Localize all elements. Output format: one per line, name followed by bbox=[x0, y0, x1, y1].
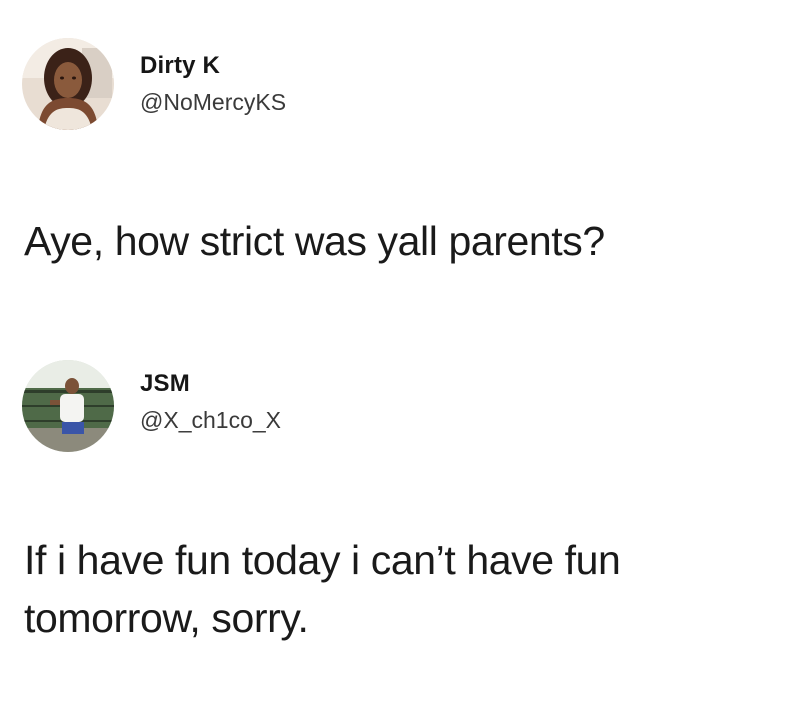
tweet-text: If i have fun today i can’t have fun tom… bbox=[24, 537, 621, 641]
tweet-text: Aye, how strict was yall parents? bbox=[24, 218, 605, 264]
tweet-original: Dirty K @NoMercyKS Aye, how strict was y… bbox=[0, 0, 800, 330]
avatar[interactable] bbox=[22, 360, 114, 452]
avatar-photo-icon bbox=[22, 360, 114, 452]
display-name[interactable]: Dirty K bbox=[140, 52, 220, 80]
avatar[interactable] bbox=[22, 38, 114, 130]
tweet-reply: JSM @X_ch1co_X If i have fun today i can… bbox=[0, 330, 800, 705]
username-handle[interactable]: @NoMercyKS bbox=[140, 89, 286, 116]
username-handle[interactable]: @X_ch1co_X bbox=[140, 407, 281, 434]
avatar-photo-icon bbox=[22, 38, 114, 130]
display-name[interactable]: JSM bbox=[140, 370, 190, 398]
